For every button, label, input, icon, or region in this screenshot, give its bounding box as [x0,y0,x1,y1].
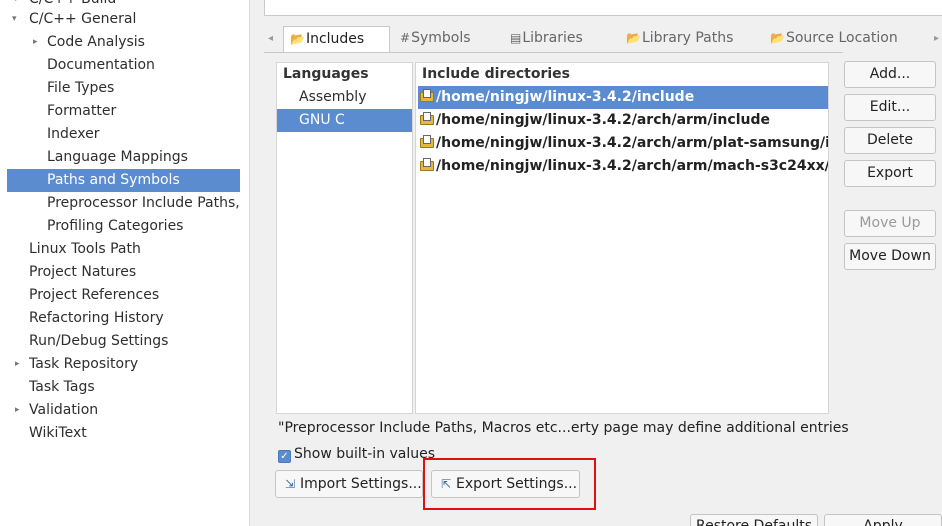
restore-defaults-button[interactable]: Restore Defaults [690,514,818,526]
import-settings-button[interactable]: ⇲ Import Settings... [275,470,423,498]
tree-item-task-tags[interactable]: Task Tags [7,376,240,399]
chevron-down-icon[interactable]: ▾ [12,8,17,30]
tree-item-task-repository[interactable]: ▸ Task Repository [7,353,240,376]
import-icon: ⇲ [284,477,296,491]
delete-button[interactable]: Delete [844,127,936,154]
edit-button[interactable]: Edit... [844,94,936,121]
tree-item-project-natures[interactable]: Project Natures [7,261,240,284]
tree-item-label: Run/Debug Settings [29,333,169,349]
tree-item-label: Paths and Symbols [47,172,180,188]
chevron-right-icon[interactable]: ▸ [15,399,20,421]
move-down-button[interactable]: Move Down [844,243,936,270]
list-item[interactable]: /home/ningjw/linux-3.4.2/arch/arm/includ… [418,109,828,132]
tree-item-refactoring-history[interactable]: Refactoring History [7,307,240,330]
properties-tree: ▸ C/C++ Build ▾ C/C++ General ▸ Code Ana… [0,0,249,526]
tree-item-validation[interactable]: ▸ Validation [7,399,240,422]
tree-item-label: Project Natures [29,264,137,280]
tree-item-label: Task Repository [29,356,139,372]
tree-item-documentation[interactable]: Documentation [7,54,240,77]
tab-label: Symbols [411,30,471,46]
include-folder-icon [420,89,434,103]
hash-icon: # [400,31,411,45]
tree-item-label: Task Tags [29,379,95,395]
panel-header-box [264,0,942,16]
tree-item-label: Linux Tools Path [29,241,141,257]
tree-item-label: Language Mappings [47,149,188,165]
tab-strip: ◂ 📂Includes #Symbols ▤Libraries 📂Library… [264,26,942,53]
tree-item-label: File Types [47,80,115,96]
tree-item-label: Indexer [47,126,100,142]
language-item-gnu-c[interactable]: GNU C [277,109,412,132]
import-settings-label: Import Settings... [300,476,422,492]
include-path: /home/ningjw/linux-3.4.2/arch/arm/mach-s… [436,158,828,174]
tab-label: Includes [305,31,365,47]
export-icon: ⇱ [440,477,452,491]
folder-icon: 📂 [290,32,305,46]
folder-icon: 📂 [770,31,785,45]
library-icon: ▤ [510,31,522,45]
tree-item-indexer[interactable]: Indexer [7,123,240,146]
tree-item-profiling-categories[interactable]: Profiling Categories [7,215,240,238]
tab-label: Libraries [522,30,583,46]
tree-item-label: C/C++ General [29,11,137,27]
list-item[interactable]: /home/ningjw/linux-3.4.2/arch/arm/mach-s… [418,155,828,178]
list-item[interactable]: /home/ningjw/linux-3.4.2/include [418,86,828,109]
tab-label: Source Location [785,30,898,46]
tree-item-code-analysis[interactable]: ▸ Code Analysis [7,31,240,54]
chevron-left-icon[interactable]: ◂ [268,26,273,51]
include-folder-icon [420,158,434,172]
tree-item-linux-tools-path[interactable]: Linux Tools Path [7,238,240,261]
include-path: /home/ningjw/linux-3.4.2/arch/arm/includ… [436,112,770,128]
tab-symbols[interactable]: #Symbols [400,26,500,52]
tab-includes[interactable]: 📂Includes [283,26,390,53]
paths-and-symbols-panel: ◂ 📂Includes #Symbols ▤Libraries 📂Library… [249,0,942,526]
tree-item-label: WikiText [29,425,87,441]
tree-item-label: Code Analysis [47,34,145,50]
include-path: /home/ningjw/linux-3.4.2/arch/arm/plat-s… [436,135,828,151]
tree-item-project-references[interactable]: Project References [7,284,240,307]
tree-item-preprocessor-include-paths[interactable]: Preprocessor Include Paths, I [7,192,240,215]
add-button[interactable]: Add... [844,61,936,88]
tab-library-paths[interactable]: 📂Library Paths [626,26,766,52]
export-settings-label: Export Settings... [456,476,578,492]
tree-item-wikitext[interactable]: WikiText [7,422,240,445]
list-item[interactable]: /home/ningjw/linux-3.4.2/arch/arm/plat-s… [418,132,828,155]
tree-item-label: Profiling Categories [47,218,184,234]
tab-source-location[interactable]: 📂Source Location [770,26,928,52]
tree-item-label: Formatter [47,103,117,119]
tree-item-label: Documentation [47,57,155,73]
include-directories-header: Include directories [422,66,570,82]
export-button[interactable]: Export [844,160,936,187]
tree-item-label: Preprocessor Include Paths, I [47,195,240,211]
tree-item-paths-and-symbols[interactable]: Paths and Symbols [7,169,240,192]
tab-label: Library Paths [641,30,734,46]
include-path: /home/ningjw/linux-3.4.2/include [436,89,695,105]
checkbox-checked-icon[interactable]: ✓ [278,450,291,463]
language-item-assembly[interactable]: Assembly [277,86,412,109]
tree-item-language-mappings[interactable]: Language Mappings [7,146,240,169]
languages-list: Languages Assembly GNU C [276,62,413,414]
chevron-right-icon[interactable]: ▸ [15,353,20,375]
folder-icon: 📂 [626,31,641,45]
include-folder-icon [420,112,434,126]
apply-button[interactable]: Apply [824,514,942,526]
tab-libraries[interactable]: ▤Libraries [510,26,620,52]
include-folder-icon [420,135,434,149]
tree-item-run-debug-settings[interactable]: Run/Debug Settings [7,330,240,353]
tree-item-label: Refactoring History [29,310,164,326]
move-up-button[interactable]: Move Up [844,210,936,237]
preprocessor-note: "Preprocessor Include Paths, Macros etc.… [278,420,849,436]
languages-header: Languages [283,66,369,82]
tree-item-cpp-general[interactable]: ▾ C/C++ General [7,8,240,31]
tree-item-label: Validation [29,402,99,418]
chevron-right-icon[interactable]: ▸ [33,31,38,53]
tree-item-file-types[interactable]: File Types [7,77,240,100]
tree-item-label: Project References [29,287,160,303]
export-settings-button[interactable]: ⇱ Export Settings... [431,470,580,498]
include-directories-list: Include directories /home/ningjw/linux-3… [415,62,829,414]
tree-item-formatter[interactable]: Formatter [7,100,240,123]
chevron-right-icon[interactable]: ▸ [934,26,939,51]
show-builtin-values-checkbox[interactable]: ✓ Show built-in values [278,446,435,463]
show-builtin-values-label: Show built-in values [294,446,436,462]
